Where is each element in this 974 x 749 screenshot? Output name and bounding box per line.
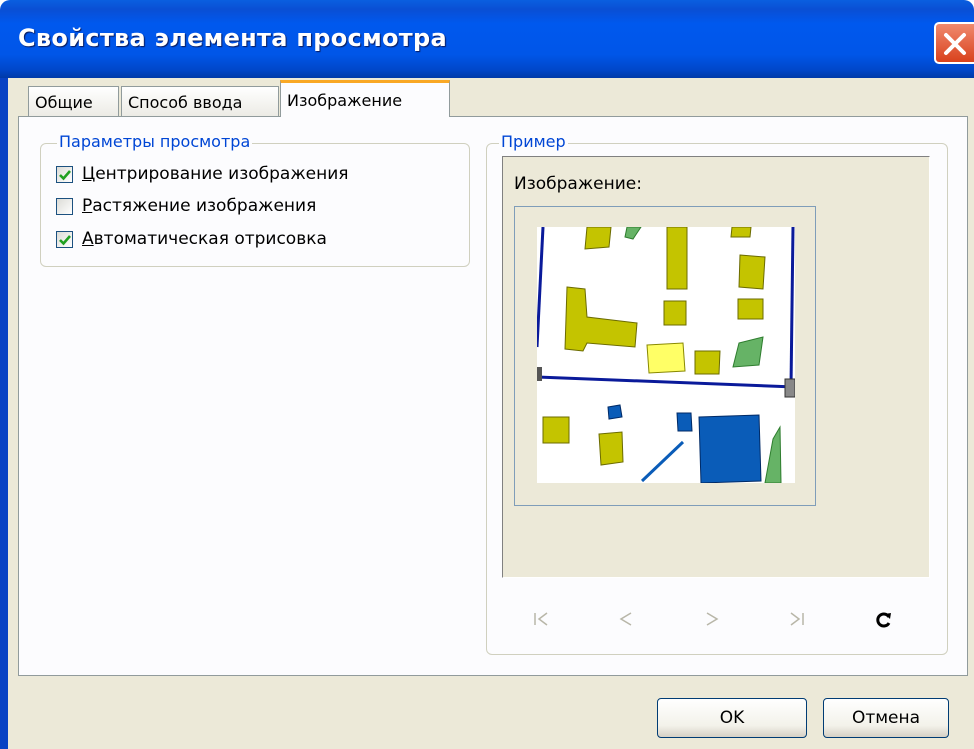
checkmark-icon	[59, 235, 71, 246]
stretch-image-checkbox[interactable]	[56, 198, 73, 215]
center-image-checkbox[interactable]	[56, 166, 73, 183]
ok-button[interactable]: OK	[657, 698, 807, 738]
example-title: Пример	[499, 132, 568, 151]
tab-image[interactable]: Изображение	[280, 80, 450, 117]
title-bar[interactable]: Свойства элемента просмотра	[0, 0, 974, 78]
center-image-label: Центрирование изображения	[82, 164, 349, 184]
auto-draw-label: Автоматическая отрисовка	[82, 229, 327, 249]
refresh-icon[interactable]	[874, 610, 894, 635]
view-params-title: Параметры просмотра	[57, 132, 253, 151]
tab-label: Способ ввода	[128, 93, 243, 112]
last-icon[interactable]	[788, 610, 806, 633]
next-icon[interactable]	[704, 610, 722, 633]
tab-input-method[interactable]: Способ ввода	[121, 86, 279, 116]
checkmark-icon	[59, 170, 71, 181]
preview-image-label: Изображение:	[514, 174, 642, 194]
first-icon[interactable]	[532, 610, 550, 633]
preview-map-image	[535, 226, 796, 484]
cancel-button[interactable]: Отмена	[823, 698, 949, 738]
map-drawing	[535, 226, 796, 484]
tab-label: Изображение	[287, 91, 403, 110]
stretch-image-label: Растяжение изображения	[82, 196, 317, 216]
window-title: Свойства элемента просмотра	[18, 24, 447, 52]
dialog-window: Свойства элемента просмотра Общие Способ…	[0, 0, 974, 749]
close-button[interactable]	[934, 22, 974, 64]
close-icon	[944, 33, 966, 55]
tab-label: Общие	[35, 93, 93, 112]
window-frame	[0, 78, 8, 749]
auto-draw-checkbox[interactable]	[56, 231, 73, 248]
tab-general[interactable]: Общие	[28, 86, 119, 116]
prev-icon[interactable]	[616, 610, 634, 633]
